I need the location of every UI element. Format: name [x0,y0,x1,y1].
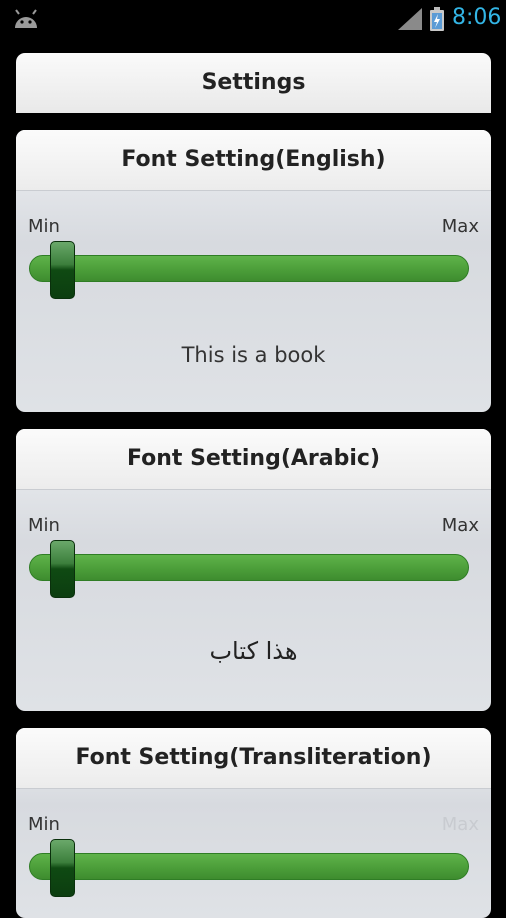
clock: 8:06 [452,5,502,30]
page-title: Settings [201,70,306,95]
font-size-slider-track[interactable] [29,255,469,282]
font-size-slider-track[interactable] [29,853,469,880]
max-label: Max [441,515,479,536]
font-size-slider-thumb[interactable] [49,839,75,897]
card-header: Font Setting(English) [16,130,491,191]
min-label: Min [28,515,60,536]
android-icon [15,9,37,28]
settings-header: Settings [16,53,491,113]
card-header: Font Setting(Transliteration) [16,728,491,789]
card-title: Font Setting(Arabic) [127,446,380,471]
card-header: Font Setting(Arabic) [16,429,491,490]
status-bar: 8:06 [0,0,506,37]
min-label: Min [28,814,60,835]
font-setting-english-card: Font Setting(English) Min Max This is a … [16,130,491,412]
font-setting-arabic-card: Font Setting(Arabic) Min Max هذا كتاب [16,429,491,711]
min-label: Min [28,216,60,237]
font-size-slider-track[interactable] [29,554,469,581]
max-label: Max [441,216,479,237]
font-size-slider-thumb[interactable] [49,540,75,598]
font-size-slider-thumb[interactable] [49,241,75,299]
font-setting-transliteration-card: Font Setting(Transliteration) Min Max [16,728,491,918]
card-title: Font Setting(English) [121,147,386,172]
sample-text: هذا كتاب [209,637,298,665]
signal-icon [398,8,422,30]
card-title: Font Setting(Transliteration) [75,745,432,770]
max-label: Max [441,814,479,835]
sample-text: This is a book [181,343,326,367]
battery-icon [430,7,444,31]
